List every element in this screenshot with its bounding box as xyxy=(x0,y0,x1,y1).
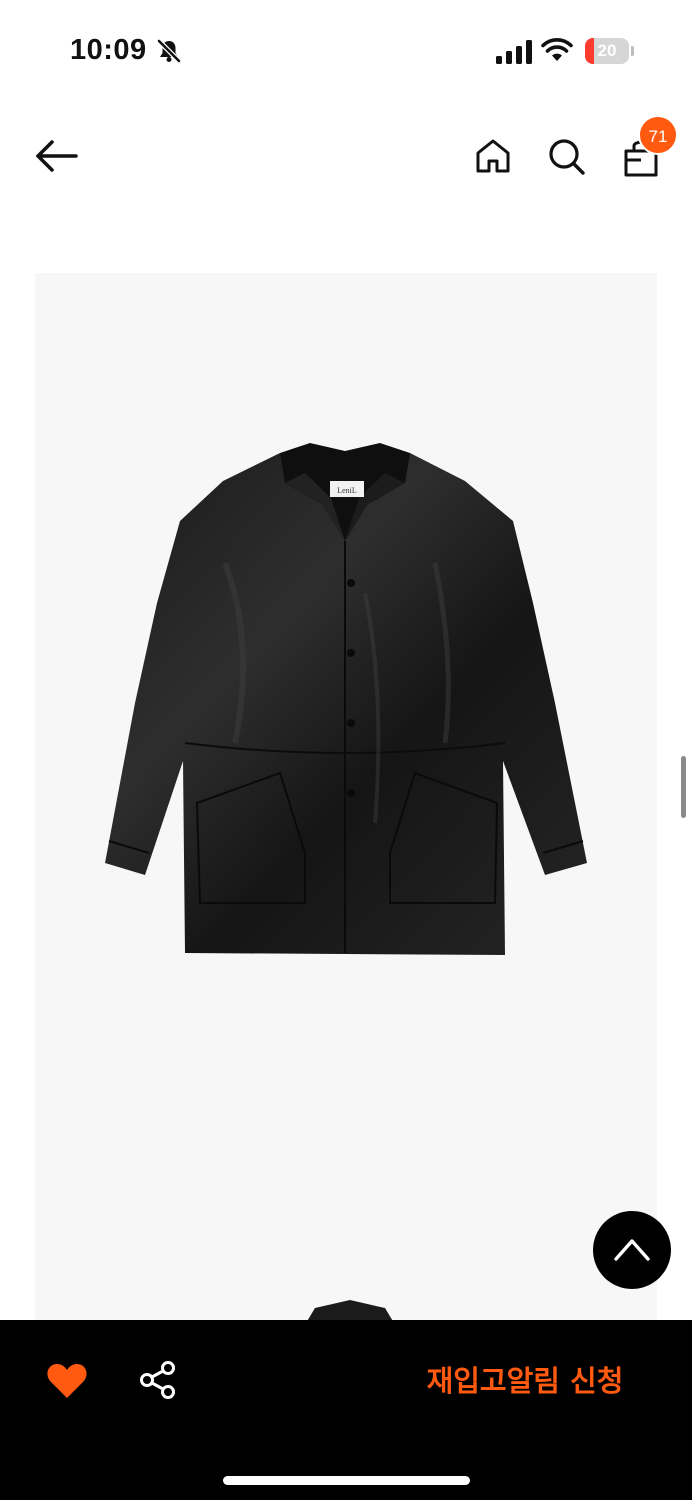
top-navigation: 71 xyxy=(0,100,692,220)
cellular-signal-icon xyxy=(496,40,532,64)
scroll-to-top-button[interactable] xyxy=(593,1211,671,1289)
battery-level: 20 xyxy=(597,41,617,60)
battery-indicator: 20 xyxy=(585,38,635,64)
wifi-icon xyxy=(541,38,573,61)
leather-jacket-image: LeniL xyxy=(105,443,587,955)
status-bar: 10:09 20 xyxy=(0,0,692,100)
home-indicator[interactable] xyxy=(223,1476,470,1485)
share-icon[interactable] xyxy=(138,1360,178,1400)
product-image[interactable]: LeniL xyxy=(35,273,657,1323)
restock-notification-button[interactable]: 재입고알림 신청 xyxy=(400,1350,650,1412)
chevron-up-icon xyxy=(614,1239,650,1261)
scrollbar[interactable] xyxy=(681,756,686,818)
status-time: 10:09 xyxy=(70,34,147,66)
garment-label: LeniL xyxy=(337,486,357,495)
bell-off-icon xyxy=(157,39,181,63)
cart-count-badge: 71 xyxy=(638,115,678,155)
bottom-action-bar: 재입고알림 신청 xyxy=(0,1320,692,1500)
search-icon[interactable] xyxy=(546,136,586,176)
home-icon[interactable] xyxy=(473,136,513,176)
heart-icon[interactable] xyxy=(46,1362,88,1400)
back-arrow-icon[interactable] xyxy=(32,136,80,176)
